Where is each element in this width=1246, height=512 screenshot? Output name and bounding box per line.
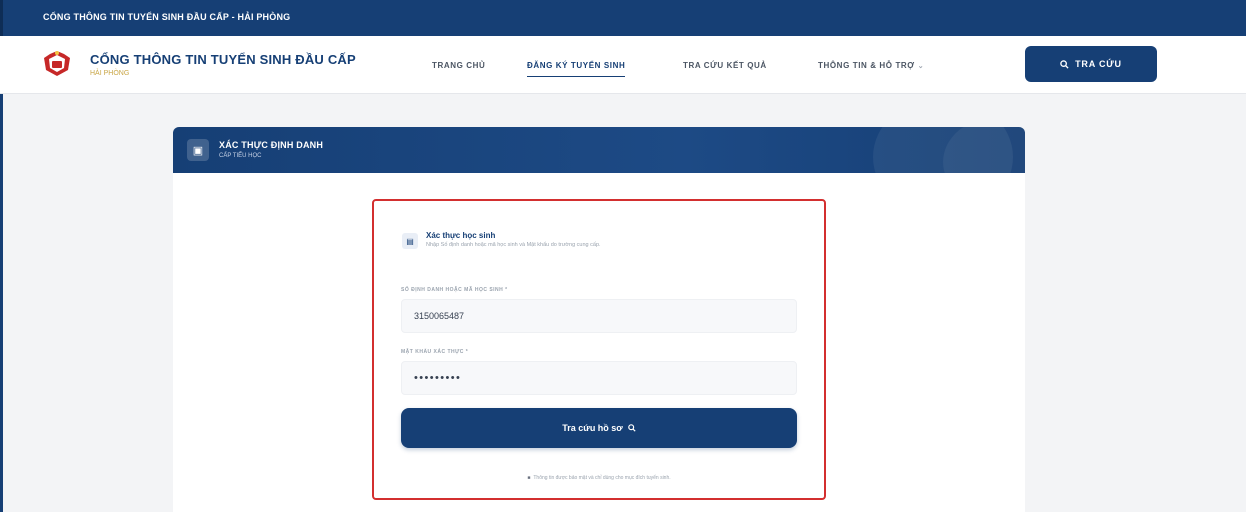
nav-info-support[interactable]: THÔNG TIN & HỖ TRỢ ⌄ bbox=[818, 61, 924, 70]
chevron-down-icon: ⌄ bbox=[917, 63, 925, 70]
id-card-icon: ▣ bbox=[187, 139, 209, 161]
nav-home[interactable]: TRANG CHỦ bbox=[432, 61, 485, 70]
header-decoration bbox=[943, 127, 1025, 173]
nav-register[interactable]: ĐĂNG KÝ TUYỂN SINH bbox=[527, 61, 626, 77]
verify-intro: ▤ Xác thực học sinh Nhập Số định danh ho… bbox=[392, 221, 804, 263]
id-field-label: SỐ ĐỊNH DANH HOẶC MÃ HỌC SINH * bbox=[401, 287, 508, 293]
brand-subtitle: HẢI PHÒNG bbox=[90, 70, 130, 77]
site-header: CỔNG THÔNG TIN TUYỂN SINH ĐẦU CẤP HẢI PH… bbox=[0, 36, 1246, 94]
nav-results[interactable]: TRA CỨU KẾT QUẢ bbox=[683, 61, 767, 70]
nav-info-support-label: THÔNG TIN & HỖ TRỢ bbox=[818, 61, 915, 70]
lock-icon: ■ bbox=[527, 475, 531, 481]
logo-icon[interactable] bbox=[40, 48, 74, 78]
search-button[interactable]: TRA CỨU bbox=[1025, 46, 1157, 82]
lookup-profile-button-label: Tra cứu hồ sơ bbox=[562, 423, 623, 433]
top-bar: CỔNG THÔNG TIN TUYỂN SINH ĐẦU CẤP - HẢI … bbox=[0, 0, 1246, 36]
brand-title[interactable]: CỔNG THÔNG TIN TUYỂN SINH ĐẦU CẤP bbox=[90, 52, 356, 67]
student-card-icon: ▤ bbox=[402, 233, 418, 249]
lookup-profile-button[interactable]: Tra cứu hồ sơ bbox=[401, 408, 797, 448]
left-accent-bar bbox=[0, 94, 3, 512]
search-icon bbox=[1060, 59, 1069, 69]
privacy-note-text: Thông tin được bảo mật và chỉ dùng cho m… bbox=[533, 475, 671, 481]
verify-title: Xác thực học sinh bbox=[426, 231, 496, 240]
search-button-label: TRA CỨU bbox=[1075, 59, 1122, 69]
top-bar-title: CỔNG THÔNG TIN TUYỂN SINH ĐẦU CẤP - HẢI … bbox=[43, 12, 291, 22]
search-icon bbox=[627, 424, 636, 432]
card-header: ▣ XÁC THỰC ĐỊNH DANH CẤP TIỂU HỌC bbox=[173, 127, 1025, 173]
password-input[interactable]: ••••••••• bbox=[401, 361, 797, 395]
card-subtitle: CẤP TIỂU HỌC bbox=[219, 153, 262, 159]
password-field-label: MẬT KHẨU XÁC THỰC * bbox=[401, 349, 469, 355]
card-title: XÁC THỰC ĐỊNH DANH bbox=[219, 140, 324, 150]
verify-description: Nhập Số định danh hoặc mã học sinh và Mậ… bbox=[426, 242, 601, 248]
privacy-note: ■ Thông tin được bảo mật và chỉ dùng cho … bbox=[372, 475, 826, 481]
id-input[interactable]: 3150065487 bbox=[401, 299, 797, 333]
